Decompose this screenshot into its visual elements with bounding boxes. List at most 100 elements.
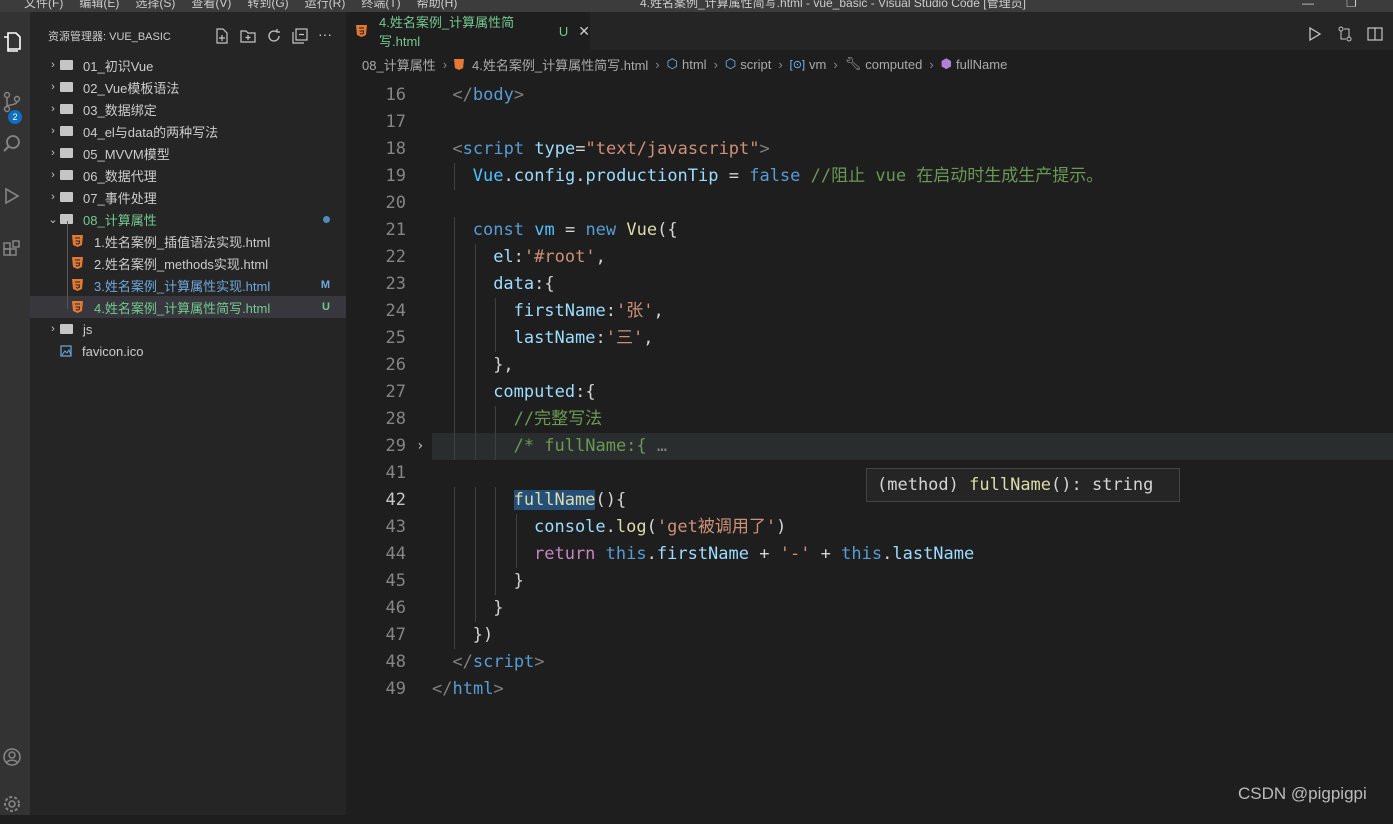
run-debug-icon[interactable] [0,176,30,216]
code-line[interactable]: 20 [346,190,1393,217]
breadcrumb-script[interactable]: script [740,57,771,72]
code-line[interactable]: 47}) [346,622,1393,649]
breadcrumb-html[interactable]: html [682,57,707,72]
code-token: computed [493,382,576,402]
line-number: 27 [385,382,406,402]
search-icon[interactable] [0,124,30,164]
breadcrumb-folder[interactable]: 08_计算属性 [362,55,436,74]
file-item-selected[interactable]: 4.姓名案例_计算属性简写.html U [30,296,346,318]
menu-terminal[interactable]: 终端(T) [361,0,400,9]
code-line[interactable]: 26}, [346,352,1393,379]
account-icon[interactable] [0,737,30,777]
code-line[interactable]: 49 </html> [346,676,1393,703]
code-token: return [534,544,596,564]
file-label: favicon.ico [82,343,144,359]
menu-go[interactable]: 转到(G) [247,0,288,9]
run-icon[interactable] [1307,26,1323,42]
indent-guide [474,595,476,622]
indent-guide [454,622,456,649]
folder-03[interactable]: › 03_数据绑定 [30,98,346,120]
file-label: 2.姓名案例_methods实现.html [94,256,269,272]
compare-changes-icon[interactable] [1337,26,1353,42]
code-line[interactable]: 24 firstName:'张', [346,298,1393,325]
code-line[interactable]: 45} [346,568,1393,595]
code-text: }, [493,352,513,379]
explorer-icon[interactable] [0,22,30,62]
indent-guide [454,298,456,325]
tab-label: 4.姓名案例_计算属性简写.html [379,15,515,49]
minimize-icon[interactable]: — [1302,0,1314,9]
code-line[interactable]: 21 const vm = new Vue({ [346,217,1393,244]
file-item[interactable]: 1.姓名案例_插值语法实现.html [30,230,346,252]
restore-icon[interactable]: ❐ [1346,0,1357,9]
indent-guide [495,541,497,568]
code-line[interactable]: 44 return this.firstName + '-' + this.las… [346,541,1393,568]
folder-02[interactable]: › 02_Vue模板语法 [30,76,346,98]
code-token: type [534,139,576,159]
file-item[interactable]: 2.姓名案例_methods实现.html [30,252,346,274]
menu-edit[interactable]: 编辑(E) [79,0,119,9]
fold-chevron-icon[interactable]: › [416,433,424,460]
breadcrumb-file[interactable]: 4.姓名案例_计算属性简写.html [472,55,648,74]
code-line[interactable]: 28 //完整写法 [346,406,1393,433]
code-token: '三' [605,328,644,348]
code-line[interactable]: 46} [346,595,1393,622]
code-line[interactable]: 23 data:{ [346,271,1393,298]
line-number: 47 [385,625,406,645]
extensions-icon[interactable] [0,230,30,270]
folder-01[interactable]: › 01_初识Vue [30,54,346,76]
folder-js[interactable]: › js [30,318,346,340]
file-item[interactable]: favicon.ico [30,340,346,362]
indent-guide [474,568,476,595]
breadcrumb-fullname[interactable]: fullName [956,57,1007,72]
menu-help[interactable]: 帮助(H) [417,0,458,9]
new-file-icon[interactable] [214,28,230,44]
code-line[interactable]: 18 <script type="text/javascript"> [346,136,1393,163]
code-token: > [513,85,525,105]
breadcrumb-computed[interactable]: computed [865,57,922,72]
menu-view[interactable]: 查看(V) [191,0,231,9]
folder-06[interactable]: › 06_数据代理 [30,164,346,186]
menu-file[interactable]: 文件(F) [24,0,63,9]
code-line[interactable]: › 29 /* fullName:{ … [346,433,1393,460]
indent-guide [495,298,497,325]
code-line[interactable]: 43 console.log('get被调用了') [346,514,1393,541]
folder-05[interactable]: › 05_MVVM模型 [30,142,346,164]
code-token: = [554,220,586,240]
code-line[interactable]: 16 </body> [346,82,1393,109]
more-actions-icon[interactable]: ··· [318,27,332,44]
folder-04[interactable]: › 04_el与data的两种写法 [30,120,346,142]
menu-run[interactable]: 运行(R) [305,0,346,9]
folder-07[interactable]: › 07_事件处理 [30,186,346,208]
code-token: . [503,166,514,186]
file-item[interactable]: 3.姓名案例_计算属性实现.html M [30,274,346,296]
tab-active-file[interactable]: 4.姓名案例_计算属性简写.html U ✕ [346,12,590,50]
chevron-right-icon: › [51,81,55,93]
folder-08[interactable]: ⌄ 08_计算属性 [30,208,346,230]
chevron-right-icon: › [833,56,838,72]
indent-guide [454,514,456,541]
code-token: > [534,652,545,672]
git-status-badge: M [320,279,330,291]
code-line[interactable]: 27 computed:{ [346,379,1393,406]
split-editor-icon[interactable] [1367,26,1383,42]
code-line[interactable]: 17 [346,109,1393,136]
code-line[interactable]: 19 Vue.config.productionTip = false //阻止 … [346,163,1393,190]
code-line[interactable]: 48 </script> [346,649,1393,676]
code-token: </ [452,85,473,105]
new-folder-icon[interactable] [240,28,256,44]
settings-gear-icon[interactable] [0,784,30,824]
code-line[interactable]: 25 lastName:'三', [346,325,1393,352]
code-token: '-' [779,544,811,564]
code-line[interactable]: 22 el:'#root', [346,244,1393,271]
menu-selection[interactable]: 选择(S) [135,0,175,9]
folder-icon [60,324,73,334]
chevron-down-icon: ⌄ [48,213,58,226]
collapse-all-icon[interactable] [292,28,308,44]
code-token: lastName [513,328,596,348]
explorer-actions: ··· [214,27,332,44]
close-icon[interactable]: ✕ [578,23,590,40]
html5-icon [72,235,84,247]
refresh-icon[interactable] [266,28,282,44]
breadcrumb-vm[interactable]: vm [809,57,826,72]
